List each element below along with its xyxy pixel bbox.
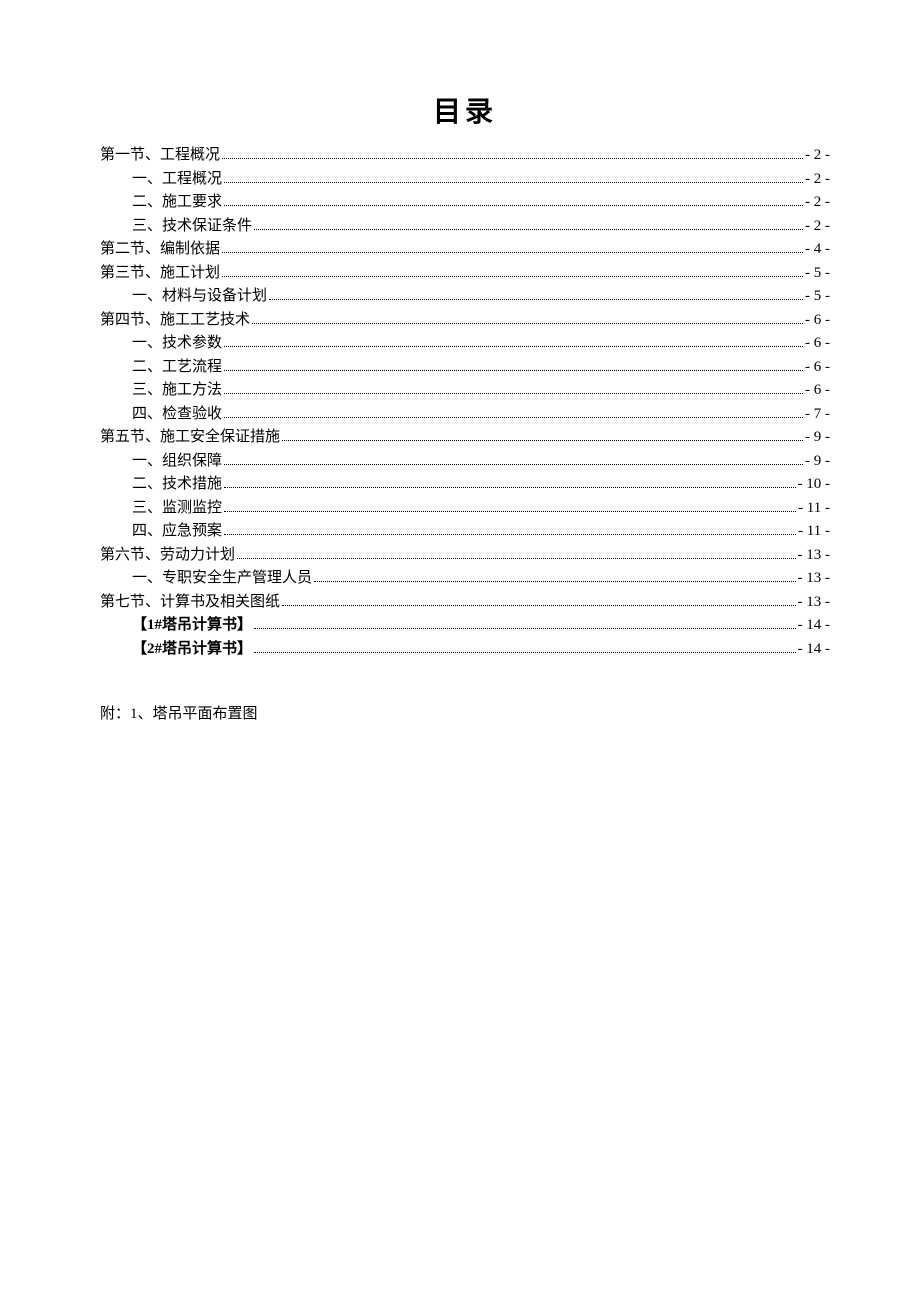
table-of-contents: 第一节、工程概况- 2 -一、工程概况- 2 -二、施工要求- 2 -三、技术保… [100,148,830,657]
toc-entry-page: - 5 - [805,289,830,304]
toc-leader-dots [269,299,803,300]
toc-leader-dots [222,276,803,277]
toc-entry: 第五节、施工安全保证措施 - 9 - [100,430,830,445]
toc-entry: 三、技术保证条件 - 2 - [100,219,830,234]
toc-entry-label: 第六节、劳动力计划 [100,548,235,563]
toc-entry: 一、工程概况 - 2 - [100,172,830,187]
toc-entry-label: 三、施工方法 [132,383,222,398]
toc-entry-page: - 2 - [805,172,830,187]
toc-leader-dots [252,323,803,324]
toc-entry: 一、组织保障 - 9 - [100,454,830,469]
toc-entry-label: 第七节、计算书及相关图纸 [100,595,280,610]
toc-leader-dots [224,417,803,418]
toc-entry-page: - 2 - [805,219,830,234]
toc-leader-dots [224,393,803,394]
toc-entry-label: 四、检查验收 [132,407,222,422]
toc-leader-dots [224,464,803,465]
toc-leader-dots [224,534,796,535]
toc-entry-label: 一、专职安全生产管理人员 [132,571,312,586]
toc-leader-dots [224,346,803,347]
toc-entry-page: - 13 - [798,571,831,586]
toc-entry-page: - 9 - [805,454,830,469]
toc-leader-dots [224,370,803,371]
toc-entry-label: 第五节、施工安全保证措施 [100,430,280,445]
toc-entry: 二、施工要求 - 2 - [100,195,830,210]
toc-entry: 二、工艺流程 - 6 - [100,360,830,375]
toc-entry-label: 第二节、编制依据 [100,242,220,257]
document-title: 目录 [100,90,830,130]
toc-entry-page: - 4 - [805,242,830,257]
toc-leader-dots [254,628,795,629]
toc-leader-dots [224,182,803,183]
toc-entry-label: 三、监测监控 [132,501,222,516]
toc-entry: 三、施工方法 - 6 - [100,383,830,398]
toc-entry-page: - 11 - [798,501,830,516]
toc-entry-label: 二、工艺流程 [132,360,222,375]
toc-entry-label: 第三节、施工计划 [100,266,220,281]
toc-entry-label: 四、应急预案 [132,524,222,539]
toc-entry-page: - 2 - [805,148,830,163]
toc-entry: 【2#塔吊计算书】 - 14 - [100,642,830,657]
toc-entry-page: - 6 - [805,383,830,398]
toc-entry-label: 【1#塔吊计算书】 [132,618,252,633]
toc-leader-dots [224,487,795,488]
toc-entry: 二、技术措施 - 10 - [100,477,830,492]
toc-leader-dots [224,511,796,512]
toc-leader-dots [254,229,803,230]
toc-entry-page: - 14 - [798,618,831,633]
toc-entry: 第三节、施工计划 - 5 - [100,266,830,281]
toc-entry-page: - 2 - [805,195,830,210]
toc-entry: 一、材料与设备计划 - 5 - [100,289,830,304]
toc-leader-dots [224,205,803,206]
toc-entry-label: 【2#塔吊计算书】 [132,642,252,657]
toc-entry-label: 三、技术保证条件 [132,219,252,234]
toc-entry: 第四节、施工工艺技术 - 6 - [100,313,830,328]
toc-entry: 四、应急预案 - 11 - [100,524,830,539]
toc-entry-page: - 5 - [805,266,830,281]
toc-entry-page: - 9 - [805,430,830,445]
toc-leader-dots [314,581,795,582]
toc-leader-dots [282,605,795,606]
toc-entry: 三、监测监控 - 11 - [100,501,830,516]
toc-entry-label: 一、工程概况 [132,172,222,187]
toc-entry: 第二节、编制依据 - 4 - [100,242,830,257]
toc-leader-dots [222,252,803,253]
toc-entry-page: - 14 - [798,642,831,657]
toc-entry-label: 一、组织保障 [132,454,222,469]
toc-entry: 一、专职安全生产管理人员 - 13 - [100,571,830,586]
toc-entry: 第六节、劳动力计划 - 13 - [100,548,830,563]
toc-entry-page: - 11 - [798,524,830,539]
toc-entry: 一、技术参数 - 6 - [100,336,830,351]
toc-entry-page: - 6 - [805,360,830,375]
toc-entry: 第一节、工程概况 - 2 - [100,148,830,163]
toc-entry-page: - 10 - [798,477,831,492]
toc-entry-page: - 6 - [805,336,830,351]
toc-entry: 【1#塔吊计算书】 - 14 - [100,618,830,633]
toc-entry-label: 二、施工要求 [132,195,222,210]
toc-entry: 四、检查验收 - 7 - [100,407,830,422]
toc-leader-dots [254,652,795,653]
toc-entry-page: - 13 - [798,548,831,563]
toc-entry-label: 一、材料与设备计划 [132,289,267,304]
toc-leader-dots [237,558,795,559]
toc-entry-page: - 7 - [805,407,830,422]
toc-entry-label: 二、技术措施 [132,477,222,492]
appendix-note: 附：1、塔吊平面布置图 [100,702,830,723]
toc-leader-dots [222,158,803,159]
toc-leader-dots [282,440,803,441]
toc-entry-label: 第一节、工程概况 [100,148,220,163]
toc-entry-page: - 13 - [798,595,831,610]
toc-entry-label: 第四节、施工工艺技术 [100,313,250,328]
toc-entry: 第七节、计算书及相关图纸 - 13 - [100,595,830,610]
toc-entry-label: 一、技术参数 [132,336,222,351]
toc-entry-page: - 6 - [805,313,830,328]
